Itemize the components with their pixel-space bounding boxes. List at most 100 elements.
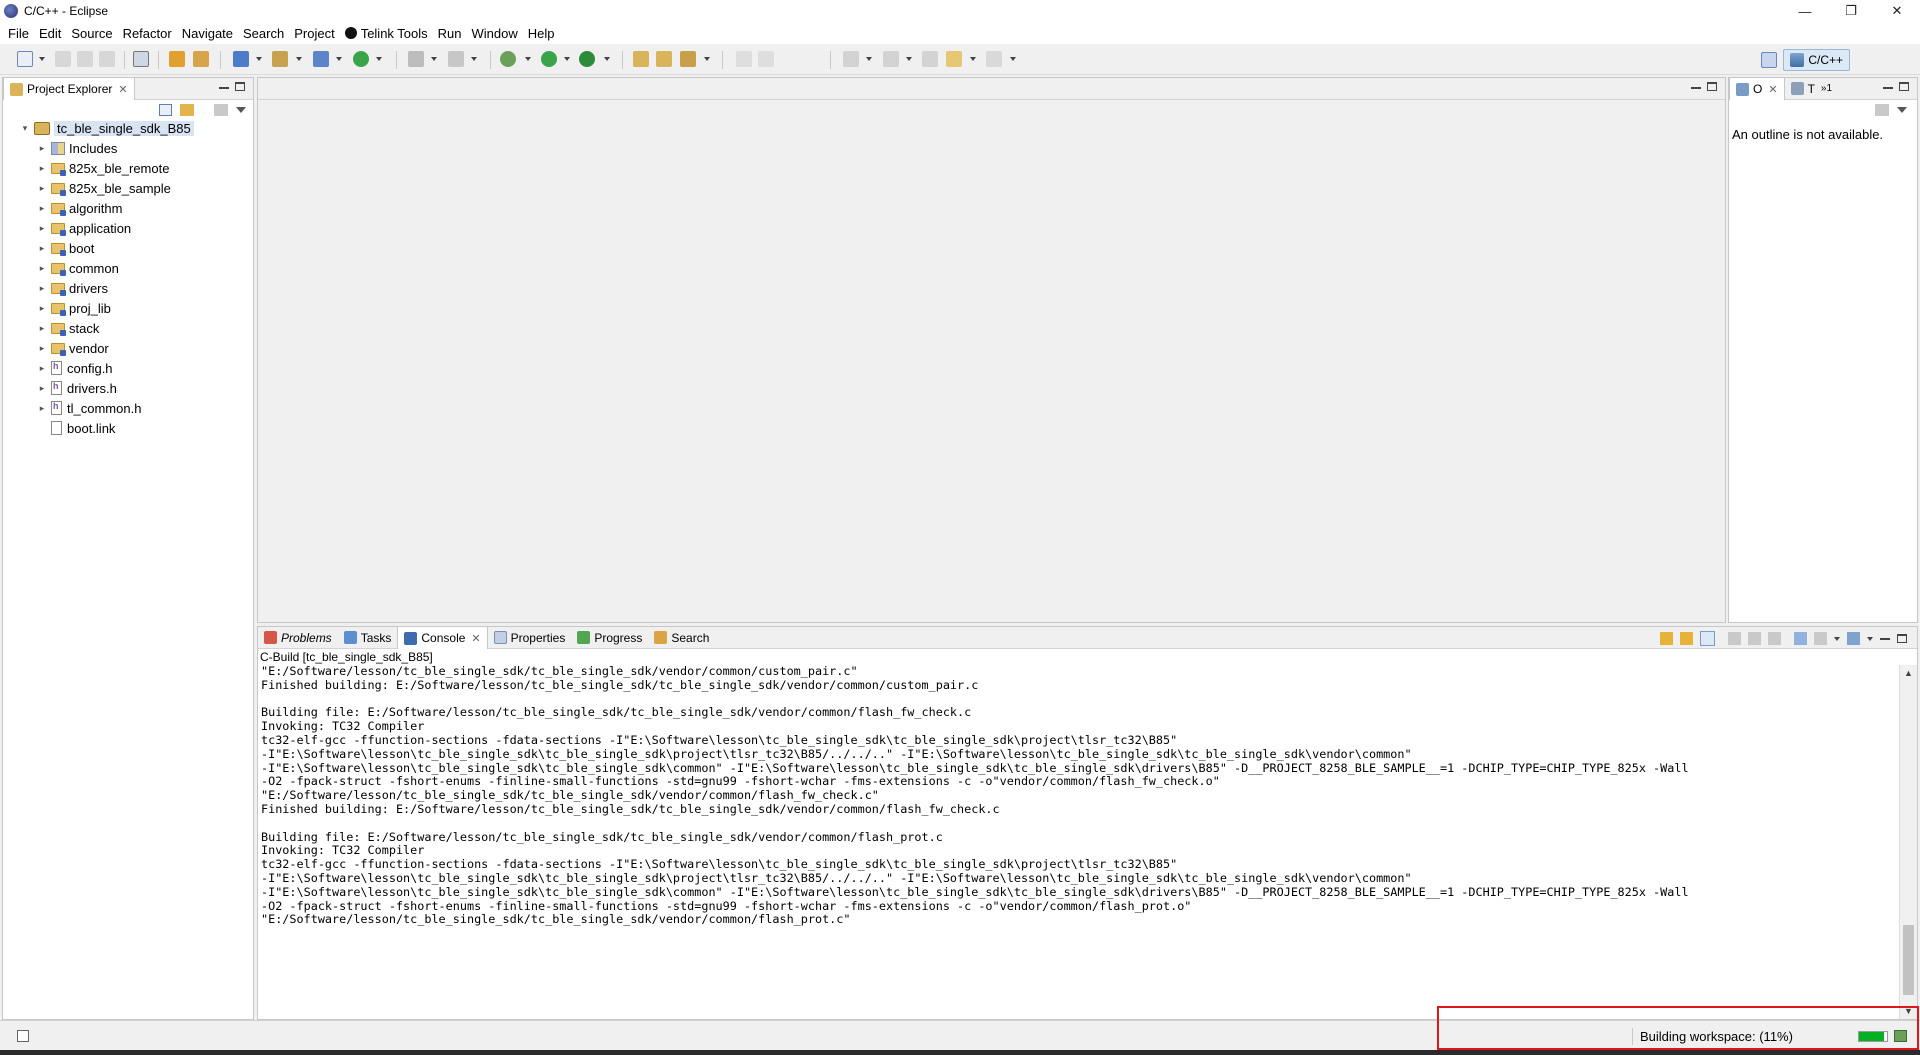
new-folder-icon[interactable] [272, 51, 288, 67]
expand-toggle-icon[interactable]: ▸ [37, 223, 47, 234]
console-scrollbar[interactable]: ▲ ▼ [1899, 665, 1917, 1019]
tab-more-views[interactable]: » 1 [1821, 78, 1838, 100]
new-dropdown-icon[interactable] [39, 57, 45, 61]
view-menu-icon[interactable] [1897, 107, 1907, 113]
run-external-dropdown-icon[interactable] [604, 57, 610, 61]
view-menu-icon[interactable] [236, 107, 246, 113]
tree-item-proj-lib[interactable]: ▸ proj_lib [37, 298, 111, 318]
save-icon[interactable] [55, 51, 71, 67]
expand-toggle-icon[interactable]: ▸ [37, 323, 47, 334]
expand-toggle-icon[interactable]: ▸ [37, 283, 47, 294]
close-icon[interactable]: ✕ [118, 83, 127, 96]
tree-item-includes[interactable]: ▸ Includes [37, 138, 118, 158]
tree-item-application[interactable]: ▸ application [37, 218, 131, 238]
tree-item-tl-common-h[interactable]: ▸ tl_common.h [37, 398, 142, 418]
tree-item-825x-ble-sample[interactable]: ▸ 825x_ble_sample [37, 178, 171, 198]
scroll-thumb[interactable] [1903, 925, 1914, 995]
menu-edit[interactable]: Edit [34, 26, 66, 41]
expand-toggle-icon[interactable]: ▸ [37, 383, 47, 394]
tab-tasks-view[interactable]: T [1785, 78, 1821, 100]
tree-item-825x-ble-remote[interactable]: ▸ 825x_ble_remote [37, 158, 169, 178]
scroll-up-icon[interactable] [1680, 632, 1693, 645]
expand-toggle-icon[interactable]: ▸ [37, 183, 47, 194]
open-type-icon[interactable] [633, 51, 649, 67]
open-element-icon[interactable] [656, 51, 672, 67]
console-output[interactable]: "E:/Software/lesson/tc_ble_single_sdk/tc… [258, 665, 1899, 1019]
expand-toggle-icon[interactable]: ▸ [37, 363, 47, 374]
tree-item-common[interactable]: ▸ common [37, 258, 119, 278]
save-all-icon[interactable] [77, 51, 93, 67]
toggle-mark-icon[interactable] [736, 51, 752, 67]
open-perspective-icon[interactable] [1761, 52, 1778, 68]
menu-telink-tools[interactable]: Telink Tools [340, 26, 433, 41]
scroll-up-arrow-icon[interactable]: ▲ [1904, 668, 1913, 678]
link-with-editor-icon[interactable] [180, 104, 194, 116]
perspective-cpp-button[interactable]: C/C++ [1783, 49, 1850, 71]
build-icon[interactable] [169, 51, 185, 67]
minimize-view-icon[interactable] [219, 87, 229, 89]
tree-item-config-h[interactable]: ▸ config.h [37, 358, 113, 378]
back-icon[interactable] [946, 51, 962, 67]
tab-progress[interactable]: Progress [571, 627, 648, 649]
new-project-icon[interactable] [233, 51, 249, 67]
tree-item-stack[interactable]: ▸ stack [37, 318, 99, 338]
minimize-button[interactable]: — [1782, 0, 1828, 22]
collapse-all-icon[interactable] [159, 104, 172, 116]
show-whitespace-icon[interactable] [758, 51, 774, 67]
tab-search[interactable]: Search [648, 627, 715, 649]
run-external-icon[interactable] [579, 51, 595, 67]
expand-toggle-icon[interactable]: ▸ [37, 403, 47, 414]
new-project-dropdown-icon[interactable] [256, 57, 262, 61]
maximize-editor-icon[interactable] [1707, 82, 1717, 91]
tree-root[interactable]: ▾ tc_ble_single_sdk_B85 [20, 118, 194, 138]
menu-help[interactable]: Help [523, 26, 560, 41]
menu-run[interactable]: Run [433, 26, 467, 41]
back-dropdown-icon[interactable] [970, 57, 976, 61]
tab-console[interactable]: Console ✕ [397, 626, 488, 649]
scroll-lock-icon[interactable] [1700, 631, 1715, 646]
close-button[interactable]: ✕ [1874, 0, 1920, 22]
menu-window[interactable]: Window [467, 26, 523, 41]
tree-item-algorithm[interactable]: ▸ algorithm [37, 198, 122, 218]
prev-annotation-dropdown-icon[interactable] [906, 57, 912, 61]
menu-navigate[interactable]: Navigate [177, 26, 238, 41]
tree-item-drivers[interactable]: ▸ drivers [37, 278, 108, 298]
run-dropdown-icon[interactable] [564, 57, 570, 61]
new-icon[interactable] [17, 51, 33, 67]
maximize-view-icon[interactable] [1899, 82, 1909, 91]
scroll-down-icon[interactable] [1660, 632, 1673, 645]
tab-properties[interactable]: Properties [488, 627, 572, 649]
last-edit-icon[interactable] [922, 51, 938, 67]
next-annotation-icon[interactable] [843, 51, 859, 67]
forward-icon[interactable] [986, 51, 1002, 67]
maximize-view-icon[interactable] [235, 82, 245, 91]
display-console-dropdown-icon[interactable] [1834, 636, 1840, 641]
menu-search[interactable]: Search [238, 26, 289, 41]
menu-file[interactable]: File [3, 26, 34, 41]
tab-project-explorer[interactable]: Project Explorer ✕ [3, 77, 135, 100]
tree-item-boot[interactable]: ▸ boot [37, 238, 94, 258]
expand-toggle-icon[interactable]: ▸ [37, 303, 47, 314]
prev-annotation-icon[interactable] [883, 51, 899, 67]
menu-refactor[interactable]: Refactor [118, 26, 177, 41]
tree-item-drivers-h[interactable]: ▸ drivers.h [37, 378, 117, 398]
new-class-icon[interactable] [313, 51, 329, 67]
print-icon[interactable] [99, 51, 115, 67]
expand-toggle-icon[interactable]: ▸ [37, 203, 47, 214]
new-folder-dropdown-icon[interactable] [296, 57, 302, 61]
target-dropdown-icon[interactable] [471, 57, 477, 61]
new-class-dropdown-icon[interactable] [336, 57, 342, 61]
clear-console-icon[interactable] [1728, 632, 1741, 645]
focus-icon[interactable] [1875, 104, 1889, 116]
open-console-dropdown-icon[interactable] [1867, 636, 1873, 641]
tree-item-vendor[interactable]: ▸ vendor [37, 338, 109, 358]
build-all-icon[interactable] [193, 51, 209, 67]
display-console-icon[interactable] [1814, 632, 1827, 645]
menu-project[interactable]: Project [289, 26, 339, 41]
maximize-view-icon[interactable] [1897, 634, 1907, 643]
refresh-dropdown-icon[interactable] [376, 57, 382, 61]
menu-source[interactable]: Source [66, 26, 117, 41]
target-icon[interactable] [448, 51, 464, 67]
tree-item-boot-link[interactable]: boot.link [37, 418, 115, 438]
tab-tasks[interactable]: Tasks [338, 627, 398, 649]
